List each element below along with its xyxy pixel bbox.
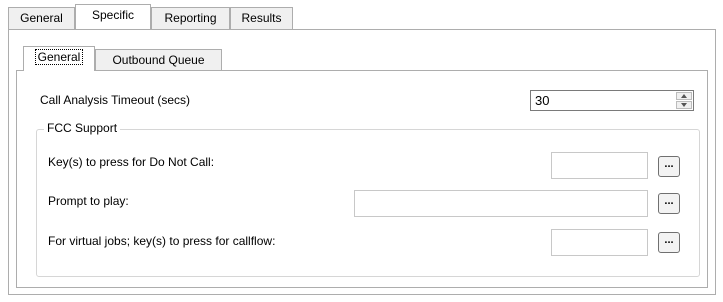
prompt-browse-button[interactable]: ...	[658, 193, 680, 214]
subtab-outbound-queue[interactable]: Outbound Queue	[95, 49, 222, 71]
dnc-key-input[interactable]	[551, 152, 648, 179]
dnc-browse-label: ...	[664, 158, 674, 170]
fcc-support-title: FCC Support	[44, 121, 121, 135]
tab-results[interactable]: Results	[230, 7, 293, 29]
dnc-key-label: Key(s) to press for Do Not Call:	[48, 155, 215, 169]
virtual-jobs-browse-label: ...	[664, 234, 674, 246]
prompt-to-play-input[interactable]	[354, 190, 648, 217]
prompt-to-play-label: Prompt to play:	[48, 194, 129, 208]
prompt-browse-label: ...	[664, 195, 674, 207]
tab-general[interactable]: General	[8, 7, 75, 29]
subtab-general[interactable]: General	[23, 46, 95, 71]
tab-general-label: General	[20, 11, 63, 25]
tab-specific[interactable]: Specific	[75, 4, 151, 29]
dialog-root: General Specific Reporting Results Gener…	[0, 0, 723, 302]
spin-up-icon[interactable]	[676, 92, 692, 100]
spin-down-icon[interactable]	[676, 101, 692, 109]
call-analysis-timeout-label: Call Analysis Timeout (secs)	[40, 93, 191, 107]
tab-reporting[interactable]: Reporting	[151, 7, 230, 29]
tab-specific-label: Specific	[91, 8, 135, 22]
spinner-buttons	[676, 92, 692, 109]
dnc-browse-button[interactable]: ...	[658, 156, 680, 177]
call-analysis-timeout-spinner[interactable]: 30	[530, 90, 694, 111]
subtab-general-label: General	[34, 49, 84, 65]
subtab-outbound-queue-label: Outbound Queue	[112, 53, 205, 67]
virtual-jobs-browse-button[interactable]: ...	[658, 232, 680, 253]
tab-results-label: Results	[241, 11, 282, 25]
tab-reporting-label: Reporting	[164, 11, 217, 25]
virtual-jobs-key-label: For virtual jobs; key(s) to press for ca…	[48, 234, 276, 248]
call-analysis-timeout-value[interactable]: 30	[535, 93, 549, 108]
virtual-jobs-key-input[interactable]	[551, 229, 648, 256]
